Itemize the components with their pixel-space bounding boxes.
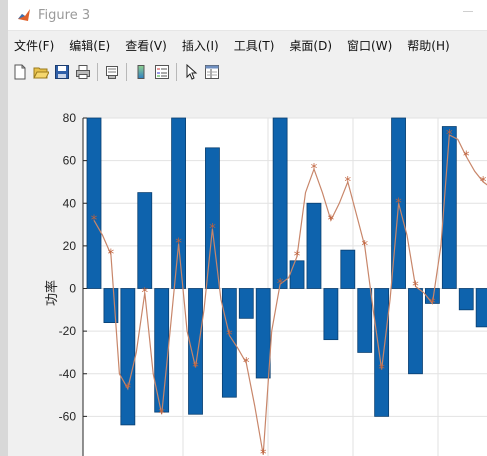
bar: [357, 288, 373, 353]
bar: [188, 288, 203, 415]
line-marker: *: [345, 175, 352, 190]
bar-line-chart: 80 60 40 20 0 -20 -40 -60 功率 * * * * * * * * * * * * * * * * * *…: [44, 111, 487, 456]
menu-desktop[interactable]: 桌面(D): [289, 37, 332, 54]
bar: [137, 192, 153, 289]
line-marker: *: [209, 222, 216, 237]
line-marker: *: [328, 213, 335, 228]
line-marker: *: [108, 247, 115, 262]
bar: [475, 288, 487, 328]
line-marker: *: [192, 360, 199, 375]
y-tick-label: 40: [63, 196, 77, 210]
menu-insert[interactable]: 插入(I): [182, 37, 219, 54]
pointer-icon[interactable]: [182, 63, 200, 81]
menu-edit[interactable]: 编辑(E): [69, 37, 110, 54]
toolbar-separator: [97, 63, 98, 81]
bar: [86, 117, 102, 289]
line-marker: *: [395, 196, 402, 211]
print-preview-icon[interactable]: [103, 63, 121, 81]
bar: [458, 288, 474, 311]
y-tick-label: 0: [69, 282, 76, 296]
menu-file[interactable]: 文件(F): [14, 37, 54, 54]
y-tick-label: -60: [59, 409, 77, 423]
toolbar-separator: [126, 63, 127, 81]
line-marker: *: [361, 239, 368, 254]
line-marker: *: [243, 356, 250, 371]
line-marker: *: [429, 296, 436, 311]
bar: [171, 117, 187, 289]
menu-help[interactable]: 帮助(H): [407, 37, 449, 54]
line-marker: *: [446, 128, 453, 143]
line-marker: *: [226, 328, 233, 343]
y-tick-label: -20: [59, 324, 77, 338]
y-tick-label: 60: [63, 154, 77, 168]
background-window-edge: [0, 0, 8, 456]
matlab-logo-icon: [16, 7, 32, 23]
figure-toolbar: [8, 59, 487, 86]
bar: [255, 288, 271, 379]
menu-window[interactable]: 窗口(W): [347, 37, 392, 54]
line-marker: *: [480, 175, 487, 190]
bar: [408, 288, 423, 375]
line-marker: *: [125, 382, 132, 397]
plot-area: 80 60 40 20 0 -20 -40 -60 功率 * * * * * * * * * * * * * * * * * *…: [8, 85, 487, 456]
line-marker: *: [463, 149, 470, 164]
bar: [374, 288, 390, 417]
bar: [340, 249, 356, 289]
bar: [306, 202, 322, 289]
bar: [120, 288, 136, 426]
menu-view[interactable]: 查看(V): [125, 37, 167, 54]
toolbar-separator: [176, 63, 177, 81]
bar: [323, 288, 339, 341]
y-tick-label: -40: [59, 367, 77, 381]
colorbar-icon[interactable]: [132, 63, 150, 81]
line-marker: *: [91, 213, 98, 228]
line-marker: *: [412, 279, 419, 294]
line-marker: *: [260, 448, 267, 456]
y-tick-label: 20: [63, 239, 77, 253]
bar: [272, 117, 288, 289]
menu-bar: 文件(F) 编辑(E) 查看(V) 插入(I) 工具(T) 桌面(D) 窗口(W…: [8, 31, 487, 59]
y-tick-label: 80: [63, 111, 77, 125]
title-bar: Figure 3: [8, 0, 487, 31]
line-marker: *: [142, 286, 149, 301]
line-marker: *: [277, 277, 284, 292]
menu-tools[interactable]: 工具(T): [234, 37, 275, 54]
line-marker: *: [158, 407, 165, 422]
open-file-icon[interactable]: [32, 63, 50, 81]
save-icon[interactable]: [53, 63, 71, 81]
window-title: Figure 3: [38, 7, 91, 23]
print-icon[interactable]: [74, 63, 92, 81]
line-marker: *: [378, 362, 385, 377]
line-marker: *: [175, 237, 182, 252]
minimize-button[interactable]: [463, 10, 473, 20]
legend-icon[interactable]: [153, 63, 171, 81]
bar: [238, 288, 254, 319]
new-figure-icon[interactable]: [11, 63, 29, 81]
y-axis-label: 功率: [44, 280, 60, 306]
bar: [289, 260, 305, 289]
property-editor-icon[interactable]: [203, 63, 221, 81]
line-marker: *: [311, 162, 318, 177]
line-marker: *: [294, 250, 301, 265]
bar: [441, 126, 457, 289]
